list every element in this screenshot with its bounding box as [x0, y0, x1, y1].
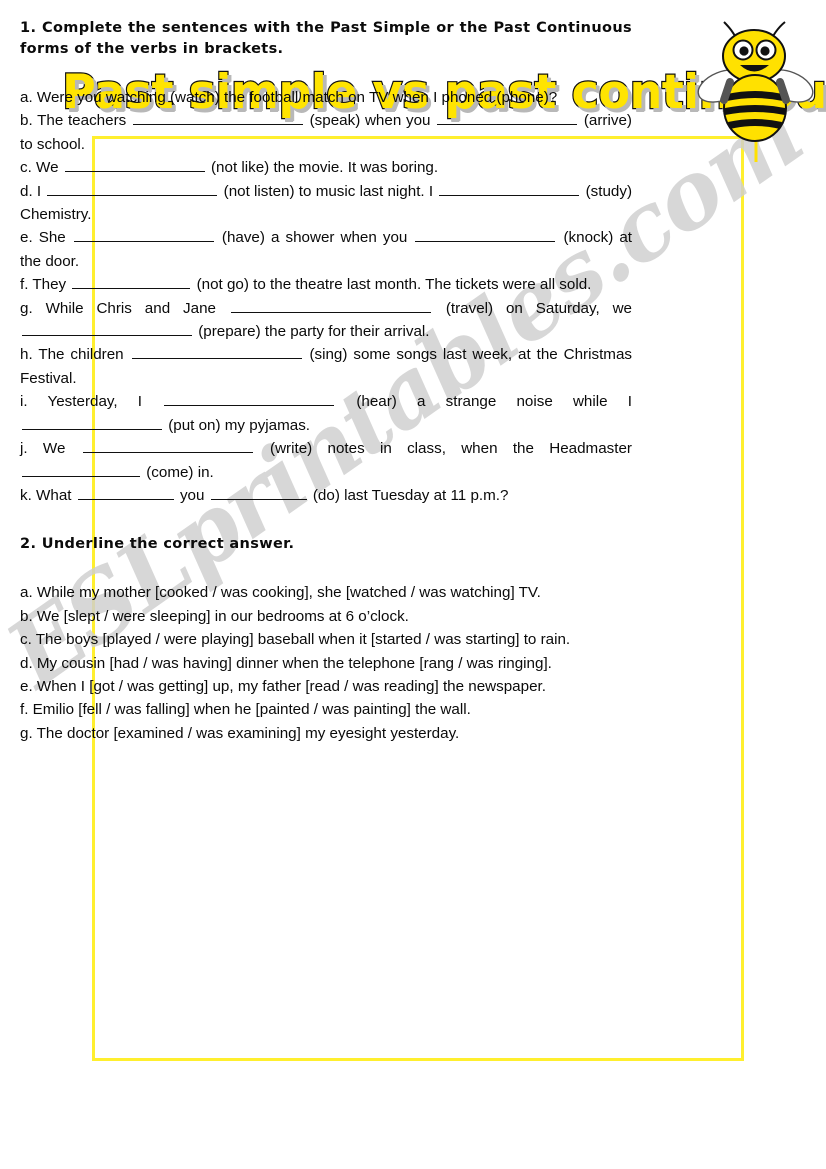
exercise-1-item: d. I (not listen) to music last night. I…	[20, 180, 632, 227]
exercise-1-item: b. The teachers (speak) when you (arrive…	[20, 109, 632, 156]
answer-blank[interactable]	[437, 109, 578, 126]
item-text[interactable]: When I [got / was getting] up, my father…	[37, 678, 546, 695]
exercise-2-item: d. My cousin [had / was having] dinner w…	[20, 652, 632, 675]
item-text: (put on) my pyjamas.	[164, 416, 311, 434]
exercise-2-list: a. While my mother [cooked / was cooking…	[20, 581, 632, 745]
item-label: h.	[20, 346, 39, 364]
item-text: While Chris and Jane	[45, 299, 229, 317]
item-text[interactable]: The doctor [examined / was examining] my…	[37, 725, 460, 742]
item-text: you	[175, 486, 209, 504]
item-label: f.	[20, 701, 33, 719]
answer-blank[interactable]	[73, 226, 214, 243]
exercise-1-instruction: 1. Complete the sentences with the Past …	[20, 20, 632, 57]
item-text: (hear) a strange noise while I	[336, 393, 632, 411]
item-text[interactable]: The boys [played / were playing] basebal…	[36, 631, 570, 648]
item-text: (write) notes in class, when the Headmas…	[254, 440, 632, 458]
item-label: b.	[20, 112, 38, 130]
item-text: (do) last Tuesday at 11 p.m.?	[308, 486, 509, 504]
answer-blank[interactable]	[22, 414, 162, 430]
bee-icon	[694, 16, 818, 162]
item-label: c.	[20, 159, 37, 177]
item-text: (not listen) to music last night. I	[219, 182, 438, 200]
item-text: (have) a shower when you	[215, 229, 414, 247]
worksheet-content: 1. Complete the sentences with the Past …	[20, 18, 632, 745]
answer-blank[interactable]	[47, 180, 218, 196]
item-label: e.	[20, 229, 39, 247]
item-text: (speak) when you	[304, 112, 436, 130]
exercise-1-item: f. They (not go) to the theatre last mon…	[20, 273, 632, 296]
answer-blank[interactable]	[439, 180, 580, 196]
item-label: c.	[20, 631, 36, 649]
exercise-1-item: k. What you (do) last Tuesday at 11 p.m.…	[20, 484, 632, 507]
item-text: We	[36, 159, 63, 177]
exercise-1-item: e. She (have) a shower when you (knock) …	[20, 226, 632, 273]
answer-blank[interactable]	[82, 437, 253, 454]
item-text: (prepare) the party for their arrival.	[194, 323, 430, 341]
item-label: d.	[20, 654, 37, 672]
exercise-1-item: c. We (not like) the movie. It was borin…	[20, 156, 632, 179]
exercise-2-item: f. Emilio [fell / was falling] when he […	[20, 698, 632, 721]
item-text: (travel) on Saturday, we	[432, 299, 632, 317]
exercise-2-item: b. We [slept / were sleeping] in our bed…	[20, 605, 632, 628]
answer-blank[interactable]	[210, 484, 307, 500]
exercise-1-item: j. We (write) notes in class, when the H…	[20, 437, 632, 484]
answer-blank[interactable]	[64, 156, 205, 173]
answer-blank[interactable]	[131, 343, 302, 360]
answer-blank[interactable]	[22, 461, 140, 477]
item-label: a.	[20, 584, 37, 602]
exercise-1-item: g. While Chris and Jane (travel) on Satu…	[20, 297, 632, 344]
item-text: The teachers	[37, 112, 131, 130]
item-text[interactable]: Emilio [fell / was falling] when he [pai…	[33, 701, 471, 718]
exercise-1-item: a. Were you watching (watch) the footbal…	[20, 86, 632, 109]
item-label: g.	[20, 299, 46, 317]
item-text: She	[38, 229, 72, 247]
item-label: g.	[20, 724, 37, 742]
answer-blank[interactable]	[132, 109, 303, 126]
worksheet-page: Past simple vs past continuous ESLprinta…	[0, 0, 826, 1169]
answer-blank[interactable]	[22, 320, 192, 337]
item-label: e.	[20, 677, 37, 695]
exercise-2-item: g. The doctor [examined / was examining]…	[20, 722, 632, 745]
item-text: The children	[38, 346, 130, 364]
answer-blank[interactable]	[72, 273, 191, 290]
item-label: b.	[20, 607, 37, 625]
exercise-1-item: h. The children (sing) some songs last w…	[20, 343, 632, 390]
item-label: d.	[20, 182, 37, 200]
item-text[interactable]: While my mother [cooked / was cooking], …	[37, 584, 541, 601]
item-text: Yesterday, I	[47, 393, 163, 411]
item-text: (not go) to the theatre last month. The …	[192, 276, 592, 294]
item-label: k.	[20, 486, 37, 504]
item-text: We	[42, 440, 81, 458]
item-text: (not like) the movie. It was boring.	[206, 159, 439, 177]
item-text: (come) in.	[142, 463, 214, 481]
item-text: They	[32, 276, 71, 294]
item-label: i.	[20, 393, 48, 411]
exercise-1-item: i. Yesterday, I (hear) a strange noise w…	[20, 390, 632, 437]
exercise-1-list: a. Were you watching (watch) the footbal…	[20, 86, 632, 507]
item-text[interactable]: My cousin [had / was having] dinner when…	[37, 655, 552, 672]
exercise-2-item: a. While my mother [cooked / was cooking…	[20, 581, 632, 604]
answer-blank[interactable]	[230, 297, 431, 313]
item-text: I	[36, 182, 46, 200]
exercise-2-item: c. The boys [played / were playing] base…	[20, 628, 632, 651]
answer-blank[interactable]	[77, 484, 174, 500]
item-label: j.	[20, 440, 43, 458]
answer-blank[interactable]	[164, 390, 335, 407]
exercise-2-instruction: 2. Underline the correct answer.	[20, 536, 295, 553]
exercise-2-item: e. When I [got / was getting] up, my fat…	[20, 675, 632, 698]
item-label: a.	[20, 89, 37, 106]
item-text: Were you watching (watch) the football m…	[36, 89, 558, 106]
answer-blank[interactable]	[415, 226, 556, 243]
item-text: What	[36, 486, 76, 504]
item-label: f.	[20, 276, 33, 294]
item-text[interactable]: We [slept / were sleeping] in our bedroo…	[37, 608, 409, 625]
